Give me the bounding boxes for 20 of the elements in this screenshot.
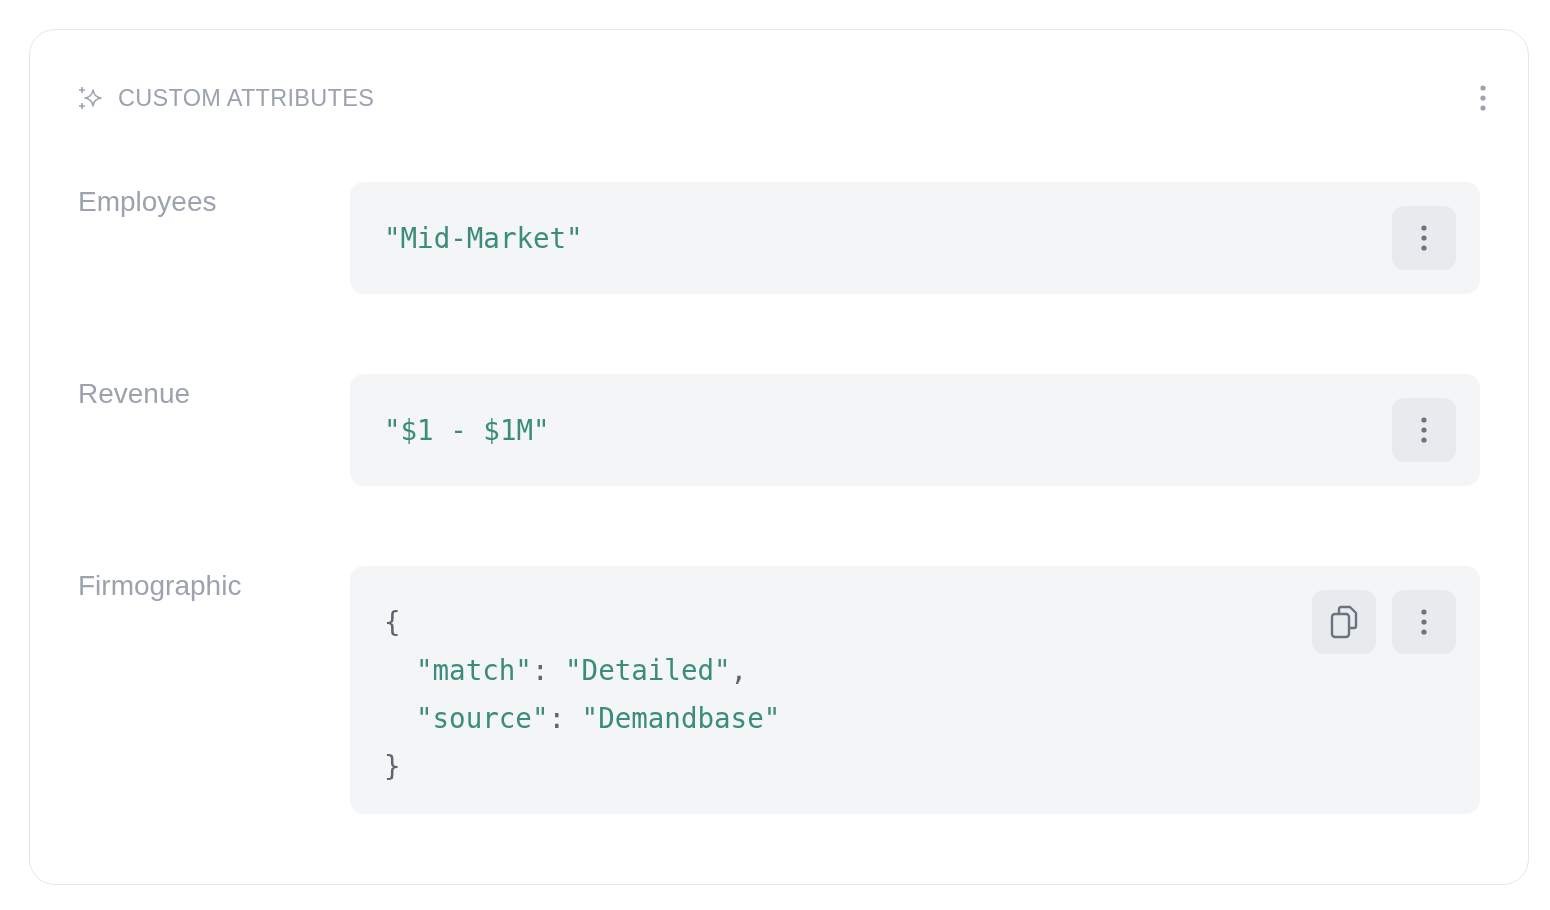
attribute-label: Firmographic xyxy=(78,569,243,603)
code-brace: { xyxy=(384,605,402,640)
more-options-button[interactable] xyxy=(1392,206,1456,270)
value-text: "$1 - $1M" xyxy=(384,414,550,446)
copy-button[interactable] xyxy=(1312,590,1376,654)
more-icon xyxy=(1421,225,1427,251)
code-line: "match": "Detailed", xyxy=(415,653,749,688)
more-options-button[interactable] xyxy=(1392,590,1456,654)
attribute-label: Revenue xyxy=(78,377,192,411)
code-brace: } xyxy=(384,749,402,784)
more-icon xyxy=(1421,417,1427,443)
copy-icon xyxy=(1329,605,1359,639)
section-title: CUSTOM ATTRIBUTES xyxy=(118,84,376,112)
more-icon xyxy=(1480,85,1486,111)
sparkle-icon xyxy=(78,85,104,111)
attribute-label: Employees xyxy=(78,185,218,219)
code-line: "source": "Demandbase" xyxy=(415,701,781,736)
more-options-button[interactable] xyxy=(1392,398,1456,462)
value-text: "Mid-Market" xyxy=(384,222,583,254)
more-icon xyxy=(1421,609,1427,635)
